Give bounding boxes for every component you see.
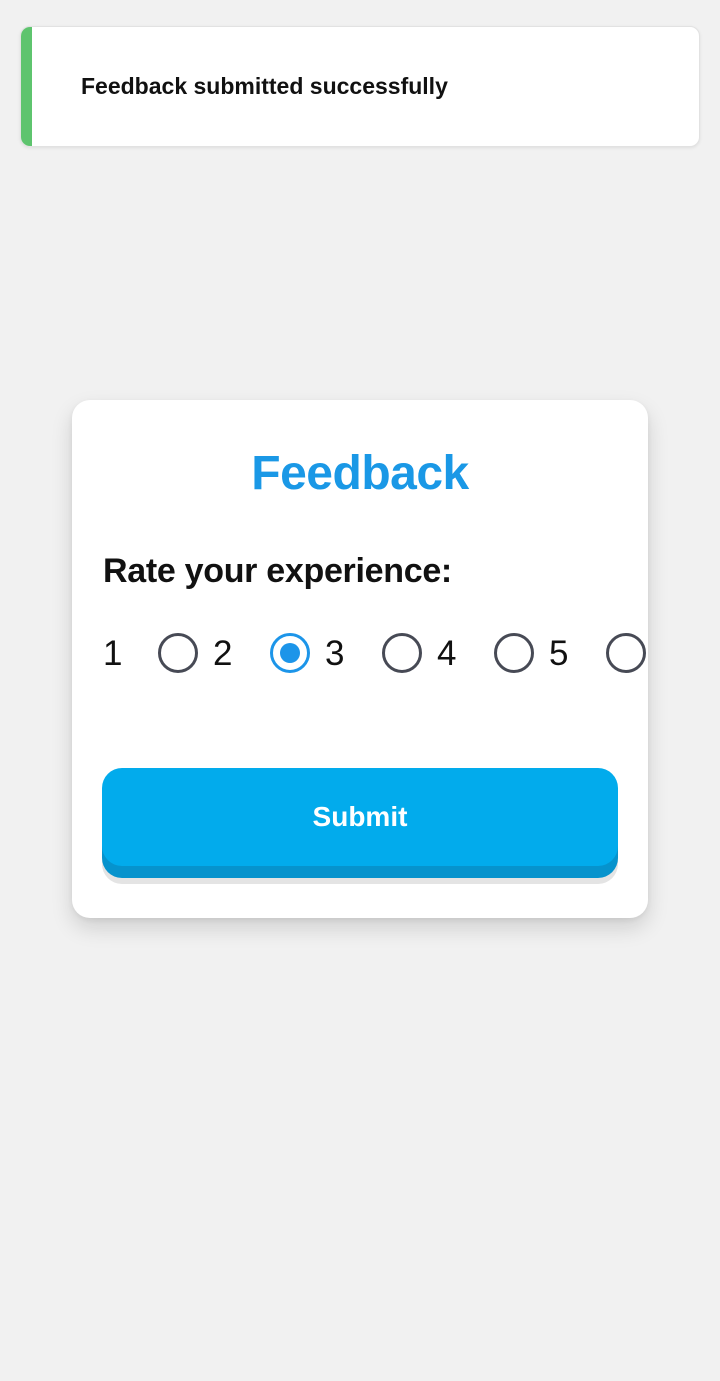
rating-radio-3[interactable] <box>382 633 422 673</box>
rating-label-3: 3 <box>325 634 345 673</box>
feedback-card: Feedback Rate your experience: 1 2 3 4 5… <box>72 400 648 918</box>
rating-label-5: 5 <box>549 634 569 673</box>
submit-button-container: Submit <box>102 768 618 884</box>
rating-label-2: 2 <box>213 634 233 673</box>
rating-radio-4[interactable] <box>494 633 534 673</box>
toast-message: Feedback submitted successfully <box>81 73 448 99</box>
rating-radio-2[interactable] <box>270 633 310 673</box>
toast-accent-bar <box>21 27 32 146</box>
rating-label-4: 4 <box>437 634 457 673</box>
submit-button[interactable]: Submit <box>102 768 618 866</box>
rating-radio-1[interactable] <box>158 633 198 673</box>
success-toast: Feedback submitted successfully <box>20 26 700 147</box>
rating-radio-5[interactable] <box>606 633 646 673</box>
rating-label-1: 1 <box>103 634 123 673</box>
